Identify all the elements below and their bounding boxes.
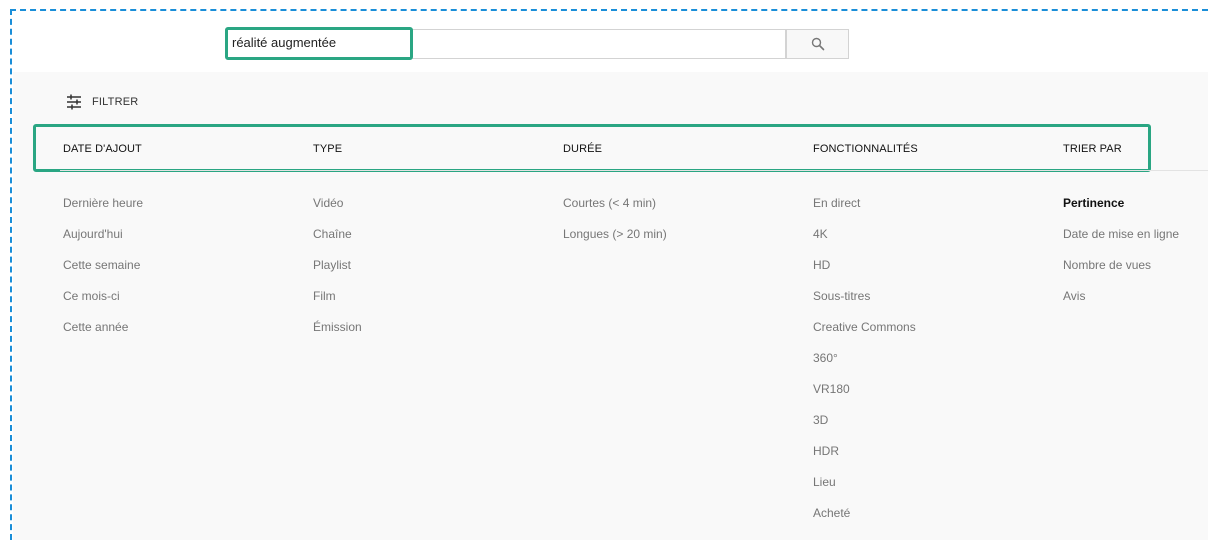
dashed-border-top xyxy=(10,9,1208,11)
filter-option-long[interactable]: Longues (> 20 min) xyxy=(563,227,667,241)
search-icon xyxy=(811,37,824,51)
group-headings-highlight xyxy=(33,124,1151,172)
sliders-icon xyxy=(67,94,81,110)
divider xyxy=(60,170,1208,171)
filter-option-last-hour[interactable]: Dernière heure xyxy=(63,196,143,210)
filter-option-creative-commons[interactable]: Creative Commons xyxy=(813,320,916,334)
filter-option-short[interactable]: Courtes (< 4 min) xyxy=(563,196,656,210)
filter-option-hd[interactable]: HD xyxy=(813,258,830,272)
filter-option-this-month[interactable]: Ce mois-ci xyxy=(63,289,120,303)
filter-toggle-label: FILTRER xyxy=(92,96,139,108)
sort-option-rating[interactable]: Avis xyxy=(1063,289,1085,303)
search-button[interactable] xyxy=(786,29,849,59)
filter-option-4k[interactable]: 4K xyxy=(813,227,828,241)
sort-option-view-count[interactable]: Nombre de vues xyxy=(1063,258,1151,272)
sort-option-upload-date[interactable]: Date de mise en ligne xyxy=(1063,227,1179,241)
filter-option-film[interactable]: Film xyxy=(313,289,336,303)
filter-option-this-year[interactable]: Cette année xyxy=(63,320,128,334)
filter-option-playlist[interactable]: Playlist xyxy=(313,258,351,272)
sort-option-relevance[interactable]: Pertinence xyxy=(1063,196,1124,210)
search-query-highlight xyxy=(225,27,413,60)
filter-option-channel[interactable]: Chaîne xyxy=(313,227,352,241)
filter-option-location[interactable]: Lieu xyxy=(813,475,836,489)
filter-option-this-week[interactable]: Cette semaine xyxy=(63,258,140,272)
filter-option-today[interactable]: Aujourd'hui xyxy=(63,227,123,241)
filter-option-subtitles[interactable]: Sous-titres xyxy=(813,289,870,303)
filter-option-live[interactable]: En direct xyxy=(813,196,860,210)
filter-option-show[interactable]: Émission xyxy=(313,320,362,334)
dashed-border-left xyxy=(10,9,12,540)
screenshot-frame: réalité augmentée FILTRER DATE D'AJOUT T… xyxy=(0,0,1208,540)
filter-option-3d[interactable]: 3D xyxy=(813,413,828,427)
filter-option-vr180[interactable]: VR180 xyxy=(813,382,850,396)
filter-option-360[interactable]: 360° xyxy=(813,351,838,365)
filter-option-purchased[interactable]: Acheté xyxy=(813,506,850,520)
filter-option-video[interactable]: Vidéo xyxy=(313,196,343,210)
filter-toggle-button[interactable]: FILTRER xyxy=(66,94,138,110)
filter-option-hdr[interactable]: HDR xyxy=(813,444,839,458)
